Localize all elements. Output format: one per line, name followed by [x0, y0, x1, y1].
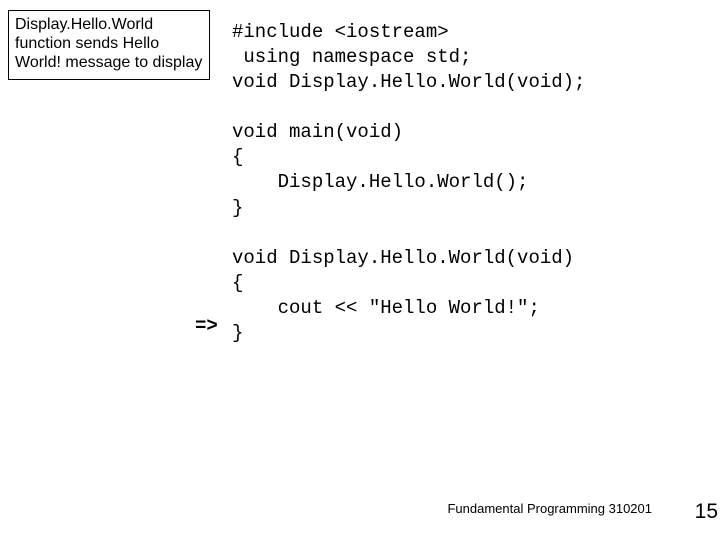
footer-text: Fundamental Programming 310201 [447, 501, 652, 516]
arrow-marker: => [195, 315, 218, 337]
annotation-text: Display.Hello.World function sends Hello… [15, 16, 202, 71]
annotation-box: Display.Hello.World function sends Hello… [8, 10, 210, 80]
slide: Display.Hello.World function sends Hello… [0, 0, 720, 540]
code-block: #include <iostream> using namespace std;… [232, 20, 585, 346]
page-number: 15 [695, 500, 718, 524]
